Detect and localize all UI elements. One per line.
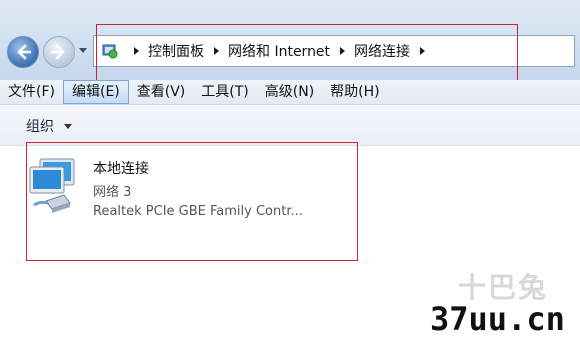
menu-edit[interactable]: 编辑(E) [62, 80, 129, 104]
breadcrumb-network-connections[interactable]: 网络连接 [354, 41, 410, 61]
menu-view[interactable]: 查看(V) [129, 80, 194, 104]
address-bar[interactable]: 控制面板 网络和 Internet 网络连接 [93, 35, 575, 67]
recent-pages-dropdown[interactable] [79, 48, 87, 53]
chevron-right-icon[interactable] [340, 47, 346, 55]
breadcrumb: 控制面板 网络和 Internet 网络连接 [124, 36, 434, 66]
connection-name[interactable]: 本地连接 [93, 158, 149, 178]
chevron-right-icon[interactable] [134, 47, 139, 55]
menu-help[interactable]: 帮助(H) [322, 80, 387, 104]
back-arrow-icon [17, 44, 31, 60]
menu-tools[interactable]: 工具(T) [193, 80, 256, 104]
connection-network: 网络 3 [93, 185, 132, 200]
connection-adapter: Realtek PCIe GBE Family Contr... [93, 204, 303, 219]
menu-file[interactable]: 文件(F) [0, 80, 63, 104]
watermark-logo: 37uu.cn [430, 300, 565, 338]
network-adapter-icon[interactable] [26, 155, 82, 219]
chevron-down-icon[interactable] [64, 124, 72, 129]
forward-button[interactable] [43, 36, 75, 68]
menu-bar: 文件(F) 编辑(E) 查看(V) 工具(T) 高级(N) 帮助(H) [0, 80, 580, 105]
command-toolbar: 组织 [0, 105, 580, 146]
breadcrumb-network-internet[interactable]: 网络和 Internet [228, 41, 330, 61]
back-button[interactable] [7, 36, 39, 68]
organize-button[interactable]: 组织 [26, 116, 54, 136]
chevron-right-icon[interactable] [214, 47, 219, 55]
control-panel-icon [102, 44, 118, 59]
menu-advanced[interactable]: 高级(N) [257, 80, 322, 104]
forward-arrow-icon [51, 44, 65, 60]
breadcrumb-control-panel[interactable]: 控制面板 [148, 41, 204, 61]
chevron-right-icon[interactable] [420, 47, 426, 55]
